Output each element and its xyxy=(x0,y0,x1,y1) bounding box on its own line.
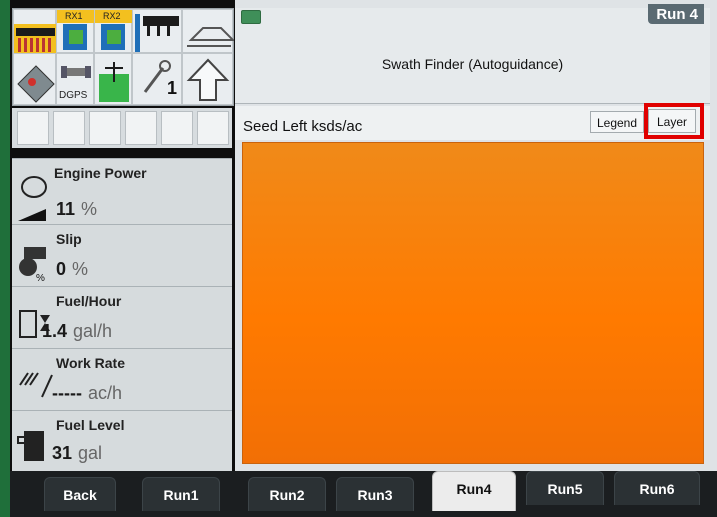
shortcut-slot[interactable] xyxy=(89,111,121,145)
work-rate-value: ----- ac/h xyxy=(52,383,122,404)
planter-icon[interactable] xyxy=(13,9,57,54)
gps-satellite-icon[interactable]: DGPS xyxy=(56,53,94,105)
tractor-slip-icon: % xyxy=(19,247,46,284)
shortcut-slot[interactable] xyxy=(125,111,157,145)
tab-run3[interactable]: Run3 xyxy=(336,477,414,511)
work-rate-unit: ac/h xyxy=(87,383,123,403)
engine-power-unit: % xyxy=(81,199,98,219)
swath-width-icon[interactable] xyxy=(182,9,234,53)
rx2-label: RX2 xyxy=(103,11,121,21)
fuel-hour-unit: gal/h xyxy=(73,321,113,341)
slip-unit: % xyxy=(72,259,89,279)
shortcut-slot[interactable] xyxy=(17,111,49,145)
display-screen: RX1 RX2 DGPS 1 Engine Power 11 % % Slip … xyxy=(0,0,717,517)
rx2-icon[interactable]: RX2 xyxy=(94,9,133,53)
coverage-map[interactable] xyxy=(242,142,704,464)
engine-power-title: Engine Power xyxy=(54,165,147,181)
status-icon-grid: RX1 RX2 DGPS 1 xyxy=(12,8,234,106)
dgps-label: DGPS xyxy=(59,90,88,101)
engine-power-number: 11 xyxy=(56,199,76,219)
work-rate-number: ----- xyxy=(52,383,82,403)
implement-section-icon[interactable] xyxy=(132,9,182,53)
fuel-level-number: 31 xyxy=(52,443,73,463)
slip-value: 0% xyxy=(56,259,88,280)
work-rate-icon xyxy=(19,372,53,398)
display-bezel-left xyxy=(0,0,10,517)
engine-power-readout[interactable]: Engine Power 11% xyxy=(12,158,232,224)
svg-text:%: % xyxy=(36,273,45,284)
fuel-hour-value: 1.4 gal/h xyxy=(42,321,112,342)
shortcut-slot[interactable] xyxy=(161,111,193,145)
slip-title: Slip xyxy=(56,231,82,247)
page-tab-icon[interactable] xyxy=(241,10,261,24)
engine-icon xyxy=(18,176,47,221)
rx1-label: RX1 xyxy=(65,11,83,21)
shortcut-slot[interactable] xyxy=(53,111,85,145)
work-rate-title: Work Rate xyxy=(56,355,125,371)
run-label: Run 4 xyxy=(648,4,704,24)
layer-title: Seed Left ksds/ac xyxy=(243,118,363,135)
run-tab-bar: Back Run1 Run2 Run3 Run4 Run5 Run6 xyxy=(10,471,717,517)
wrench-count: 1 xyxy=(167,78,178,98)
up-arrow-icon[interactable] xyxy=(182,53,233,105)
wrench-icon[interactable]: 1 xyxy=(132,53,182,105)
slip-readout[interactable]: % Slip 0% xyxy=(12,224,232,286)
page-header: Run 4 Swath Finder (Autoguidance) xyxy=(235,4,710,104)
map-panel: Run 4 Swath Finder (Autoguidance) Seed L… xyxy=(235,0,717,471)
fuel-level-unit: gal xyxy=(78,443,103,463)
shortcut-slots xyxy=(12,108,232,148)
tab-run2[interactable]: Run2 xyxy=(248,477,326,511)
fuel-level-value: 31 gal xyxy=(52,443,102,464)
fuel-hour-number: 1.4 xyxy=(42,321,68,341)
guidance-status-icon[interactable] xyxy=(94,53,132,105)
fuel-tank-icon xyxy=(17,431,44,461)
tab-run5[interactable]: Run5 xyxy=(526,471,604,505)
fuel-hour-readout[interactable]: Fuel/Hour 1.4 gal/h xyxy=(12,286,232,348)
shortcut-slot[interactable] xyxy=(197,111,229,145)
back-tab[interactable]: Back xyxy=(44,477,116,511)
layer-button-highlight xyxy=(644,103,704,139)
rx1-icon[interactable]: RX1 xyxy=(56,9,95,53)
layer-bar: Seed Left ksds/ac Legend Layer xyxy=(235,103,710,140)
fuel-hour-title: Fuel/Hour xyxy=(56,293,122,309)
engine-power-value: 11% xyxy=(56,199,97,220)
left-status-panel: RX1 RX2 DGPS 1 Engine Power 11 % % Slip … xyxy=(10,0,235,471)
legend-button[interactable]: Legend xyxy=(590,111,644,133)
fuel-level-readout[interactable]: Fuel Level 31 gal xyxy=(12,410,232,471)
fuel-level-title: Fuel Level xyxy=(56,417,125,433)
tab-run1[interactable]: Run1 xyxy=(142,477,220,511)
tab-run6[interactable]: Run6 xyxy=(614,471,700,505)
tab-run4[interactable]: Run4 xyxy=(432,471,516,511)
header-title: Swath Finder (Autoguidance) xyxy=(381,56,564,72)
slip-number: 0 xyxy=(56,259,67,279)
display-monitor-icon[interactable] xyxy=(13,53,56,105)
work-rate-readout[interactable]: Work Rate ----- ac/h xyxy=(12,348,232,410)
